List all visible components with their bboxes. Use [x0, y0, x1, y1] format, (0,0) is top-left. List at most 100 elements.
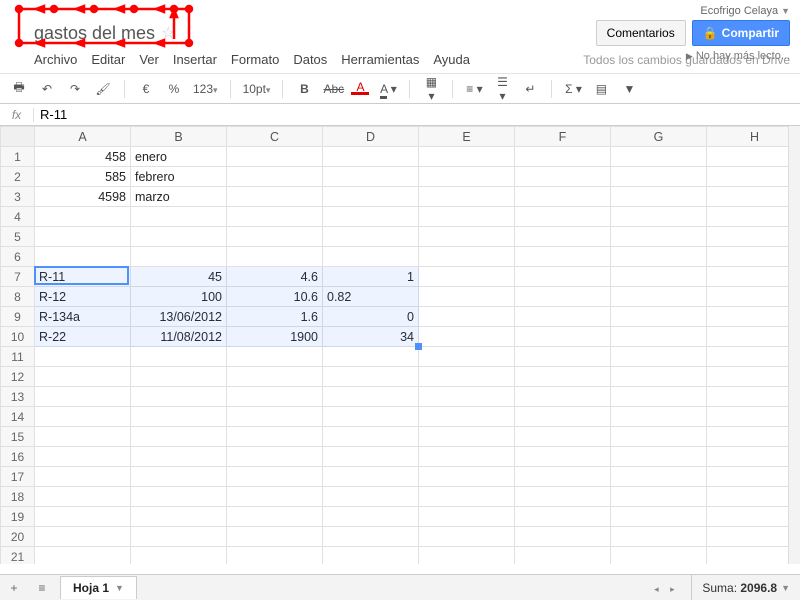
cell-A10[interactable]: R-22: [35, 327, 131, 347]
cell-A13[interactable]: [35, 387, 131, 407]
cell-D13[interactable]: [323, 387, 419, 407]
cell-H4[interactable]: [707, 207, 800, 227]
row-header-21[interactable]: 21: [1, 547, 35, 565]
cell-A12[interactable]: [35, 367, 131, 387]
cell-G5[interactable]: [611, 227, 707, 247]
row-header-14[interactable]: 14: [1, 407, 35, 427]
cell-C15[interactable]: [227, 427, 323, 447]
cell-C9[interactable]: 1.6: [227, 307, 323, 327]
fill-color-button[interactable]: A ▾: [379, 82, 397, 96]
cell-F6[interactable]: [515, 247, 611, 267]
cell-E11[interactable]: [419, 347, 515, 367]
cell-A16[interactable]: [35, 447, 131, 467]
cell-G16[interactable]: [611, 447, 707, 467]
cell-H16[interactable]: [707, 447, 800, 467]
cell-H13[interactable]: [707, 387, 800, 407]
cell-A1[interactable]: 458: [35, 147, 131, 167]
cell-B3[interactable]: marzo: [131, 187, 227, 207]
star-icon[interactable]: ☆: [161, 23, 175, 43]
cell-B14[interactable]: [131, 407, 227, 427]
cell-F14[interactable]: [515, 407, 611, 427]
cell-H21[interactable]: [707, 547, 800, 565]
cell-B10[interactable]: 11/08/2012: [131, 327, 227, 347]
cell-B9[interactable]: 13/06/2012: [131, 307, 227, 327]
cell-C14[interactable]: [227, 407, 323, 427]
cell-H18[interactable]: [707, 487, 800, 507]
menu-archivo[interactable]: Archivo: [34, 52, 77, 67]
cell-H17[interactable]: [707, 467, 800, 487]
menu-herramientas[interactable]: Herramientas: [341, 52, 419, 67]
cell-E2[interactable]: [419, 167, 515, 187]
cell-D5[interactable]: [323, 227, 419, 247]
doc-title[interactable]: gastos del mes: [34, 23, 155, 44]
cell-C12[interactable]: [227, 367, 323, 387]
row-header-6[interactable]: 6: [1, 247, 35, 267]
text-color-button[interactable]: A: [351, 82, 369, 95]
cell-G7[interactable]: [611, 267, 707, 287]
cell-E17[interactable]: [419, 467, 515, 487]
cell-C17[interactable]: [227, 467, 323, 487]
cell-C21[interactable]: [227, 547, 323, 565]
cell-G20[interactable]: [611, 527, 707, 547]
spreadsheet-grid[interactable]: ABCDEFGH 1458enero2585febrero34598marzo4…: [0, 126, 800, 564]
cell-F20[interactable]: [515, 527, 611, 547]
cell-A15[interactable]: [35, 427, 131, 447]
cell-E3[interactable]: [419, 187, 515, 207]
row-header-15[interactable]: 15: [1, 427, 35, 447]
cell-A2[interactable]: 585: [35, 167, 131, 187]
cell-E13[interactable]: [419, 387, 515, 407]
row-header-2[interactable]: 2: [1, 167, 35, 187]
align-button[interactable]: ≡ ▾: [465, 82, 483, 96]
menu-ver[interactable]: Ver: [139, 52, 159, 67]
cell-F3[interactable]: [515, 187, 611, 207]
cell-A20[interactable]: [35, 527, 131, 547]
row-header-4[interactable]: 4: [1, 207, 35, 227]
cell-F10[interactable]: [515, 327, 611, 347]
cell-C1[interactable]: [227, 147, 323, 167]
menu-formato[interactable]: Formato: [231, 52, 279, 67]
cell-G17[interactable]: [611, 467, 707, 487]
cell-B5[interactable]: [131, 227, 227, 247]
cell-C8[interactable]: 10.6: [227, 287, 323, 307]
cell-C16[interactable]: [227, 447, 323, 467]
cell-C7[interactable]: 4.6: [227, 267, 323, 287]
cell-F15[interactable]: [515, 427, 611, 447]
chart-button[interactable]: ▤: [592, 82, 610, 96]
cell-E19[interactable]: [419, 507, 515, 527]
cell-G15[interactable]: [611, 427, 707, 447]
row-header-1[interactable]: 1: [1, 147, 35, 167]
cell-B13[interactable]: [131, 387, 227, 407]
cell-C10[interactable]: 1900: [227, 327, 323, 347]
row-header-5[interactable]: 5: [1, 227, 35, 247]
cell-H6[interactable]: [707, 247, 800, 267]
cell-H19[interactable]: [707, 507, 800, 527]
cell-D16[interactable]: [323, 447, 419, 467]
comments-button[interactable]: Comentarios: [596, 20, 686, 46]
last-edit-info[interactable]: ▶No hay más lecto...: [686, 50, 790, 62]
col-header-B[interactable]: B: [131, 127, 227, 147]
col-header-F[interactable]: F: [515, 127, 611, 147]
cell-G11[interactable]: [611, 347, 707, 367]
cell-D2[interactable]: [323, 167, 419, 187]
cell-C13[interactable]: [227, 387, 323, 407]
cell-C2[interactable]: [227, 167, 323, 187]
cell-D1[interactable]: [323, 147, 419, 167]
cell-A7[interactable]: R-11: [35, 267, 131, 287]
cell-F7[interactable]: [515, 267, 611, 287]
cell-F9[interactable]: [515, 307, 611, 327]
cell-A18[interactable]: [35, 487, 131, 507]
row-header-9[interactable]: 9: [1, 307, 35, 327]
cell-F4[interactable]: [515, 207, 611, 227]
cell-F19[interactable]: [515, 507, 611, 527]
cell-D7[interactable]: 1: [323, 267, 419, 287]
cell-E8[interactable]: [419, 287, 515, 307]
cell-F12[interactable]: [515, 367, 611, 387]
cell-D18[interactable]: [323, 487, 419, 507]
cell-D21[interactable]: [323, 547, 419, 565]
cell-H1[interactable]: [707, 147, 800, 167]
cell-E14[interactable]: [419, 407, 515, 427]
cell-B4[interactable]: [131, 207, 227, 227]
cell-H14[interactable]: [707, 407, 800, 427]
cell-A6[interactable]: [35, 247, 131, 267]
print-icon[interactable]: 🖶: [10, 78, 28, 99]
